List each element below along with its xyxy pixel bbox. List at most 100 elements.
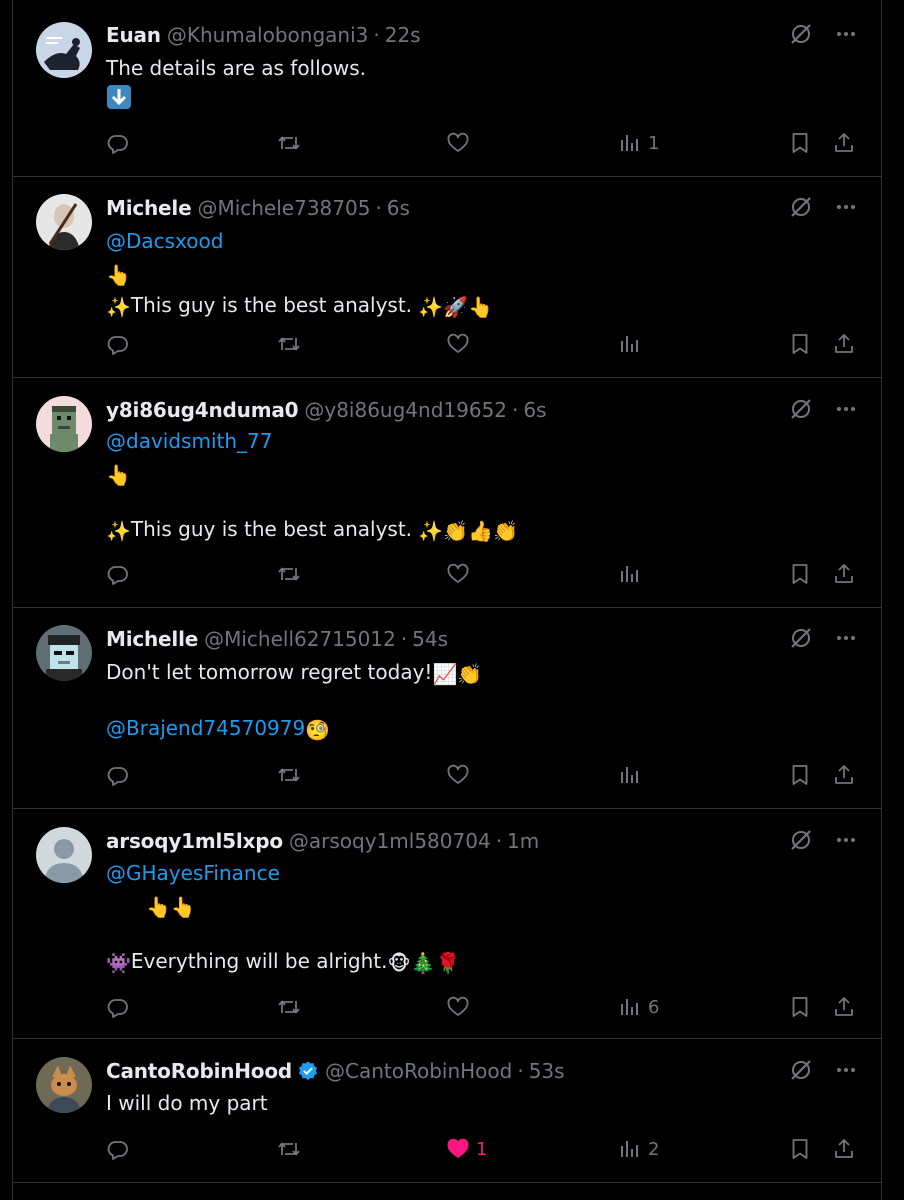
more-icon[interactable] — [835, 23, 857, 45]
grok-icon[interactable] — [789, 397, 813, 421]
views-button[interactable]: 6 — [618, 992, 659, 1022]
more-icon[interactable] — [835, 627, 857, 649]
sparkles-emoji: ✨ — [418, 294, 444, 319]
tweet[interactable]: arsoqy1ml5lxpo @arsoqy1ml580704 · 1m @GH… — [13, 809, 881, 1039]
bookmark-button[interactable] — [788, 1134, 812, 1164]
reply-button[interactable] — [106, 1134, 130, 1164]
tweet[interactable] — [13, 1183, 881, 1200]
display-name[interactable]: arsoqy1ml5lxpo — [106, 829, 283, 853]
grok-icon[interactable] — [789, 828, 813, 852]
tweet[interactable]: y8i86ug4nduma0 @y8i86ug4nd19652 · 6s @da… — [13, 378, 881, 608]
display-name[interactable]: Michele — [106, 196, 192, 220]
bookmark-button[interactable] — [788, 559, 812, 589]
avatar[interactable] — [36, 827, 92, 883]
bookmark-button[interactable] — [788, 992, 812, 1022]
user-handle[interactable]: @Khumalobongani3 — [167, 23, 369, 47]
grok-icon[interactable] — [789, 626, 813, 650]
share-button[interactable] — [832, 329, 856, 359]
share-icon — [832, 763, 856, 787]
reply-button[interactable] — [106, 559, 130, 589]
views-button[interactable]: 2 — [618, 1134, 659, 1164]
timestamp[interactable]: 1m — [507, 829, 539, 853]
share-button[interactable] — [832, 128, 856, 158]
tweet-header: y8i86ug4nduma0 @y8i86ug4nd19652 · 6s — [106, 396, 821, 424]
views-button[interactable]: 1 — [618, 128, 659, 158]
repost-button[interactable] — [276, 1134, 302, 1164]
avatar[interactable] — [36, 396, 92, 452]
tweet[interactable]: Euan @Khumalobongani3 · 22s The details … — [13, 0, 881, 177]
reply-button[interactable] — [106, 760, 130, 790]
avatar[interactable] — [36, 1057, 92, 1113]
tweet[interactable]: Michelle @Michell62715012 · 54s Don't le… — [13, 608, 881, 809]
timestamp[interactable]: 6s — [523, 398, 546, 422]
share-button[interactable] — [832, 760, 856, 790]
grok-icon[interactable] — [789, 1058, 813, 1082]
repost-button[interactable] — [276, 992, 302, 1022]
grok-icon[interactable] — [789, 195, 813, 219]
avatar[interactable] — [36, 625, 92, 681]
more-icon[interactable] — [835, 196, 857, 218]
bookmark-icon — [788, 763, 812, 787]
avatar[interactable] — [36, 194, 92, 250]
bookmark-button[interactable] — [788, 329, 812, 359]
more-icon[interactable] — [835, 1059, 857, 1081]
more-icon[interactable] — [835, 829, 857, 851]
mention-link[interactable]: @Brajend74570979 — [106, 716, 305, 740]
tweet-header: Michelle @Michell62715012 · 54s — [106, 625, 821, 653]
repost-button[interactable] — [276, 760, 302, 790]
display-name[interactable]: Michelle — [106, 627, 198, 651]
repost-button[interactable] — [276, 329, 302, 359]
sparkles-emoji: ✨ — [418, 518, 444, 543]
views-button[interactable] — [618, 329, 648, 359]
timestamp[interactable]: 6s — [387, 196, 410, 220]
user-handle[interactable]: @arsoqy1ml580704 — [289, 829, 491, 853]
more-icon[interactable] — [835, 398, 857, 420]
views-button[interactable] — [618, 760, 648, 790]
user-handle[interactable]: @CantoRobinHood — [325, 1059, 512, 1083]
like-button[interactable] — [446, 992, 476, 1022]
display-name[interactable]: Euan — [106, 23, 161, 47]
like-button[interactable] — [446, 760, 476, 790]
bookmark-button[interactable] — [788, 760, 812, 790]
grok-icon[interactable] — [789, 22, 813, 46]
timestamp[interactable]: 22s — [385, 23, 421, 47]
tweet[interactable]: Michele @Michele738705 · 6s @Dacsxood 👆 … — [13, 177, 881, 378]
timestamp[interactable]: 53s — [529, 1059, 565, 1083]
display-name[interactable]: y8i86ug4nduma0 — [106, 398, 299, 422]
views-count: 1 — [648, 132, 660, 154]
like-button[interactable] — [446, 329, 476, 359]
tweet-text: I will do my part — [106, 1087, 821, 1119]
reply-button[interactable] — [106, 992, 130, 1022]
tweet-text: @Dacsxood 👆 ✨This guy is the best analys… — [106, 225, 821, 321]
user-handle[interactable]: @Michele738705 — [197, 196, 370, 220]
mention-link[interactable]: @davidsmith_77 — [106, 429, 272, 453]
repost-button[interactable] — [276, 559, 302, 589]
mention-link[interactable]: @Dacsxood — [106, 229, 223, 253]
share-button[interactable] — [832, 1134, 856, 1164]
reply-icon — [106, 131, 130, 155]
reply-button[interactable] — [106, 128, 130, 158]
repost-button[interactable] — [276, 128, 302, 158]
user-handle[interactable]: @Michell62715012 — [204, 627, 396, 651]
mention-link[interactable]: @GHayesFinance — [106, 861, 280, 885]
tweet-actions: 6 — [106, 992, 866, 1022]
like-icon — [446, 562, 470, 586]
reply-icon — [106, 1137, 130, 1161]
like-button[interactable] — [446, 128, 476, 158]
like-button[interactable] — [446, 559, 476, 589]
share-button[interactable] — [832, 559, 856, 589]
bookmark-button[interactable] — [788, 128, 812, 158]
avatar[interactable] — [36, 22, 92, 78]
repost-icon — [276, 131, 302, 155]
tweet[interactable]: CantoRobinHood @CantoRobinHood · 53s I w… — [13, 1039, 881, 1183]
tweet-header-icons — [789, 22, 857, 46]
display-name[interactable]: CantoRobinHood — [106, 1059, 292, 1083]
share-button[interactable] — [832, 992, 856, 1022]
timestamp[interactable]: 54s — [412, 627, 448, 651]
rose-emoji: 🌹 — [435, 950, 461, 975]
reply-button[interactable] — [106, 329, 130, 359]
views-button[interactable] — [618, 559, 648, 589]
user-handle[interactable]: @y8i86ug4nd19652 — [304, 398, 507, 422]
like-button[interactable]: 1 — [446, 1134, 487, 1164]
share-icon — [832, 131, 856, 155]
